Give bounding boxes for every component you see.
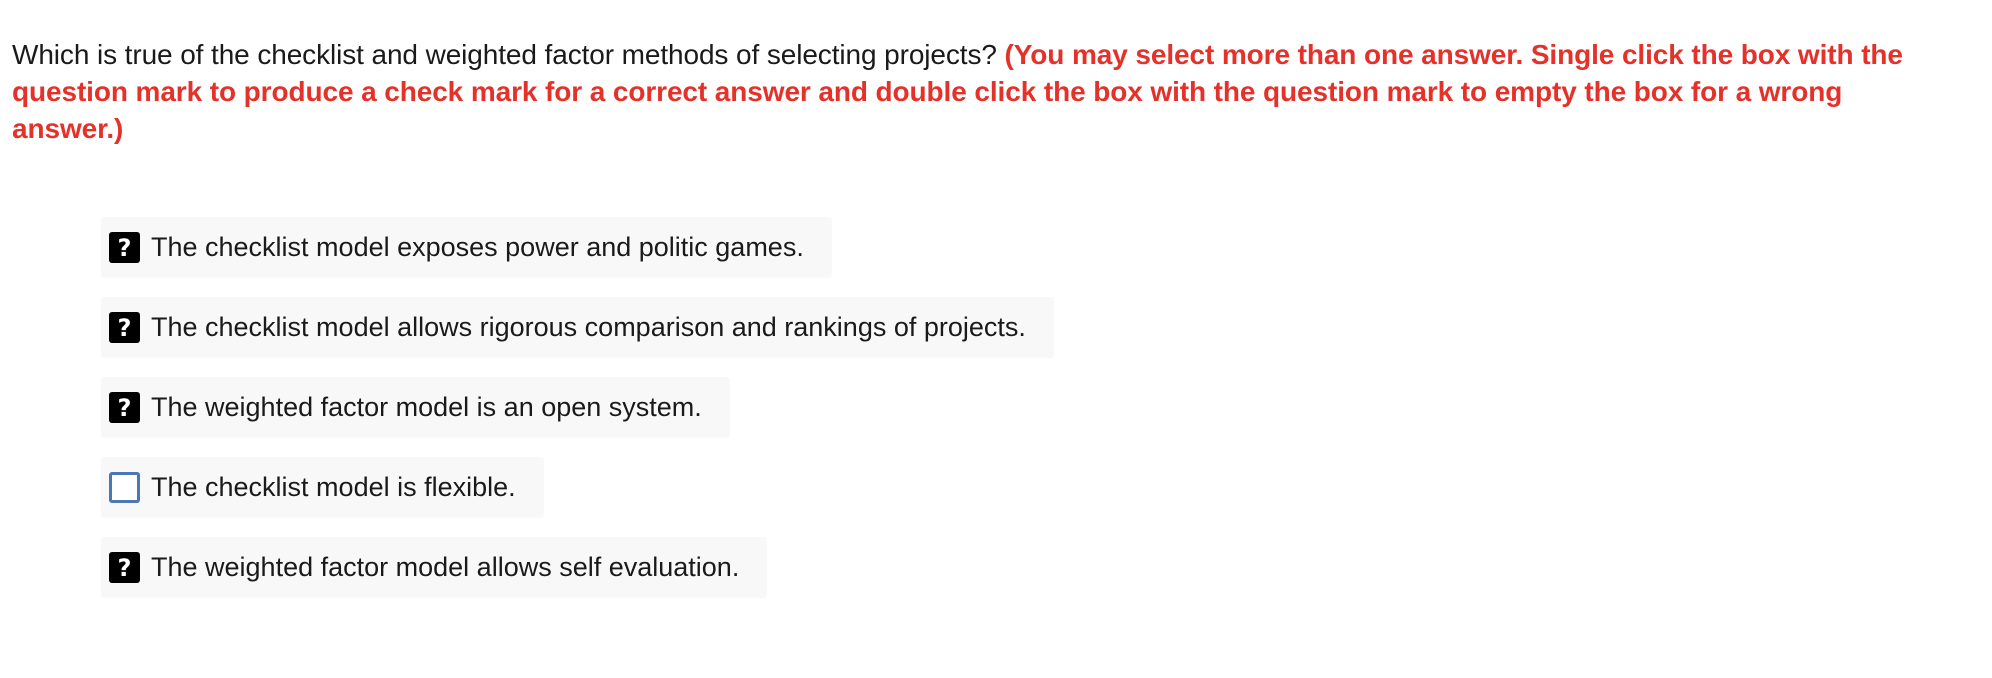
answer-option-2[interactable]: ? The checklist model allows rigorous co…: [101, 297, 1054, 358]
question-text: Which is true of the checklist and weigh…: [12, 39, 997, 70]
answer-option-label: The weighted factor model allows self ev…: [151, 552, 740, 582]
answer-option-4[interactable]: The checklist model is flexible.: [101, 457, 544, 518]
answer-option-label: The checklist model is flexible.: [151, 472, 516, 502]
answer-option-5[interactable]: ? The weighted factor model allows self …: [101, 537, 768, 598]
answer-option-label: The checklist model allows rigorous comp…: [151, 312, 1026, 342]
question-prompt: Which is true of the checklist and weigh…: [12, 36, 1922, 147]
answer-option-1[interactable]: ? The checklist model exposes power and …: [101, 217, 832, 278]
empty-checkbox-icon[interactable]: [109, 472, 140, 503]
answer-option-label: The checklist model exposes power and po…: [151, 232, 804, 262]
question-mark-checkbox-icon[interactable]: ?: [109, 312, 140, 343]
answer-option-label: The weighted factor model is an open sys…: [151, 392, 702, 422]
question-mark-checkbox-icon[interactable]: ?: [109, 552, 140, 583]
question-mark-checkbox-icon[interactable]: ?: [109, 232, 140, 263]
question-mark-checkbox-icon[interactable]: ?: [109, 392, 140, 423]
answer-option-3[interactable]: ? The weighted factor model is an open s…: [101, 377, 730, 438]
answer-options: ? The checklist model exposes power and …: [101, 217, 1054, 617]
